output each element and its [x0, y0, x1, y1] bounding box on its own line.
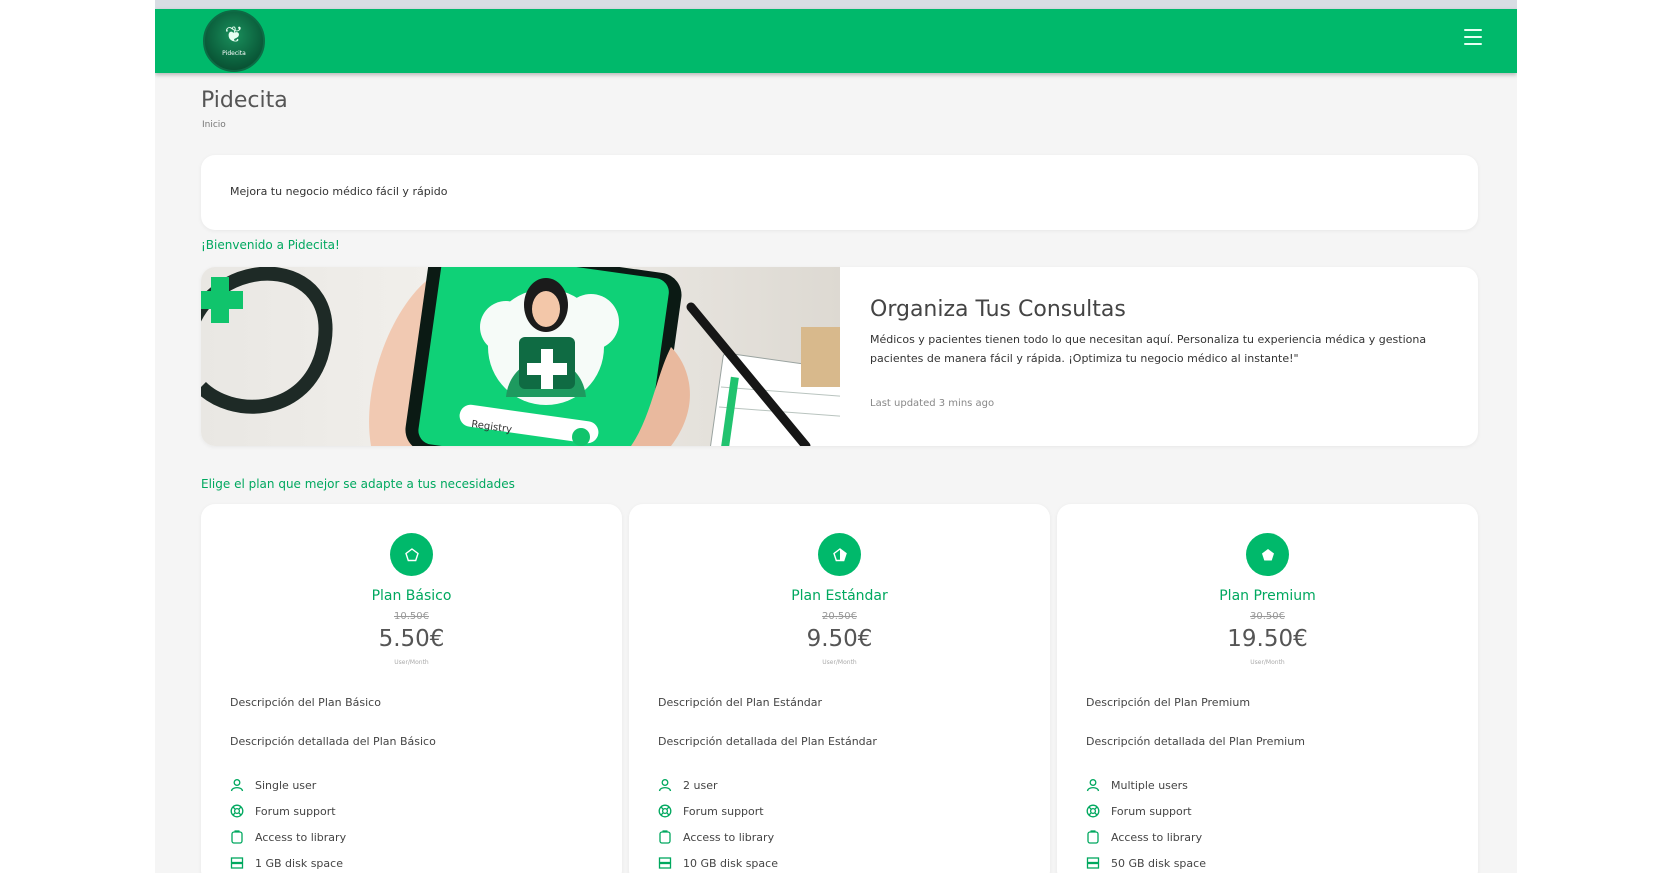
- support-icon: [658, 804, 672, 818]
- intro-text: Mejora tu negocio médico fácil y rápido: [230, 185, 448, 198]
- plan-feature-list: 2 user Forum support Access to library 1…: [658, 772, 778, 873]
- plan-card-basico[interactable]: Plan Básico 10.50€ 5.50€ User/Month Desc…: [201, 504, 622, 873]
- list-item: 10 GB disk space: [658, 850, 778, 873]
- user-icon: [230, 779, 244, 792]
- plan-card-estandar[interactable]: Plan Estándar 20.50€ 9.50€ User/Month De…: [629, 504, 1050, 873]
- storage-icon: [658, 857, 672, 869]
- feature-label: 1 GB disk space: [255, 856, 343, 870]
- plan-price-unit: User/Month: [1250, 659, 1285, 666]
- plan-feature-list: Single user Forum support Access to libr…: [230, 772, 346, 873]
- feature-label: Forum support: [255, 804, 336, 818]
- feature-label: Forum support: [1111, 804, 1192, 818]
- feature-description: Médicos y pacientes tienen todo lo que n…: [870, 333, 1427, 365]
- plan-description: Descripción del Plan Premium: [1086, 696, 1251, 709]
- plan-name: Plan Premium: [1219, 588, 1316, 604]
- plan-detail: Descripción detallada del Plan Premium: [1086, 735, 1305, 748]
- plan-description: Descripción del Plan Básico: [230, 696, 381, 709]
- logo[interactable]: ❦ Pidecita: [203, 10, 265, 72]
- plan-name: Plan Estándar: [791, 588, 888, 604]
- pentagon-outline-icon: [390, 533, 433, 576]
- plan-price: 19.50€: [1227, 626, 1308, 652]
- feature-label: Single user: [255, 778, 317, 792]
- list-item: Forum support: [658, 798, 778, 824]
- feature-label: 2 user: [683, 778, 718, 792]
- storage-icon: [230, 857, 244, 869]
- welcome-heading: ¡Bienvenido a Pidecita!: [201, 238, 340, 252]
- page-title: Pidecita: [201, 88, 288, 113]
- feature-card: Registry Organiza Tus Consultas Médicos …: [201, 267, 1478, 446]
- logo-text: Pidecita: [222, 50, 246, 57]
- support-icon: [1086, 804, 1100, 818]
- list-item: Single user: [230, 772, 346, 798]
- storage-icon: [1086, 857, 1100, 869]
- list-item: 50 GB disk space: [1086, 850, 1206, 873]
- feature-title: Organiza Tus Consultas: [870, 297, 1126, 322]
- list-item: Access to library: [658, 824, 778, 850]
- top-navbar: ❦ Pidecita: [155, 9, 1517, 73]
- page-container: ❦ Pidecita Pidecita Inicio Mejora tu neg…: [155, 0, 1517, 873]
- library-icon: [659, 830, 671, 844]
- plan-detail: Descripción detallada del Plan Básico: [230, 735, 436, 748]
- feature-label: Multiple users: [1111, 778, 1188, 792]
- plan-old-price: 20.50€: [822, 611, 857, 622]
- library-icon: [231, 830, 243, 844]
- list-item: 1 GB disk space: [230, 850, 346, 873]
- plan-old-price: 10.50€: [394, 611, 429, 622]
- pentagon-filled-icon: [1246, 533, 1289, 576]
- library-icon: [1087, 830, 1099, 844]
- plan-detail: Descripción detallada del Plan Estándar: [658, 735, 877, 748]
- support-icon: [230, 804, 244, 818]
- plan-card-premium[interactable]: Plan Premium 30.50€ 19.50€ User/Month De…: [1057, 504, 1478, 873]
- feature-label: 10 GB disk space: [683, 856, 778, 870]
- plans-heading: Elige el plan que mejor se adapte a tus …: [201, 477, 515, 491]
- hamburger-menu-icon[interactable]: [1464, 29, 1482, 45]
- breadcrumb[interactable]: Inicio: [202, 120, 226, 130]
- feature-label: Access to library: [255, 830, 347, 844]
- feature-label: Access to library: [1111, 830, 1203, 844]
- feature-image: Registry: [201, 267, 840, 446]
- user-icon: [1086, 779, 1100, 792]
- list-item: Forum support: [1086, 798, 1206, 824]
- intro-card: Mejora tu negocio médico fácil y rápido: [201, 155, 1478, 230]
- doctor-phone-illustration: Registry: [201, 267, 840, 446]
- plan-price: 5.50€: [378, 626, 445, 652]
- list-item: Forum support: [230, 798, 346, 824]
- list-item: Access to library: [230, 824, 346, 850]
- list-item: Access to library: [1086, 824, 1206, 850]
- list-item: Multiple users: [1086, 772, 1206, 798]
- plan-description: Descripción del Plan Estándar: [658, 696, 823, 709]
- pentagon-half-icon: [818, 533, 861, 576]
- feature-body: Organiza Tus Consultas Médicos y pacient…: [870, 297, 1450, 409]
- leaf-logo-icon: ❦: [224, 23, 244, 48]
- plan-feature-list: Multiple users Forum support Access to l…: [1086, 772, 1206, 873]
- feature-label: Forum support: [683, 804, 764, 818]
- user-icon: [658, 779, 672, 792]
- last-updated-text: Last updated 3 mins ago: [870, 398, 995, 409]
- plan-name: Plan Básico: [371, 588, 452, 604]
- feature-label: Access to library: [683, 830, 775, 844]
- list-item: 2 user: [658, 772, 778, 798]
- feature-label: 50 GB disk space: [1111, 856, 1206, 870]
- browser-top-strip: [155, 0, 1517, 9]
- plan-price-unit: User/Month: [394, 659, 429, 666]
- plan-price: 9.50€: [806, 626, 873, 652]
- plan-old-price: 30.50€: [1250, 611, 1285, 622]
- plan-price-unit: User/Month: [822, 659, 857, 666]
